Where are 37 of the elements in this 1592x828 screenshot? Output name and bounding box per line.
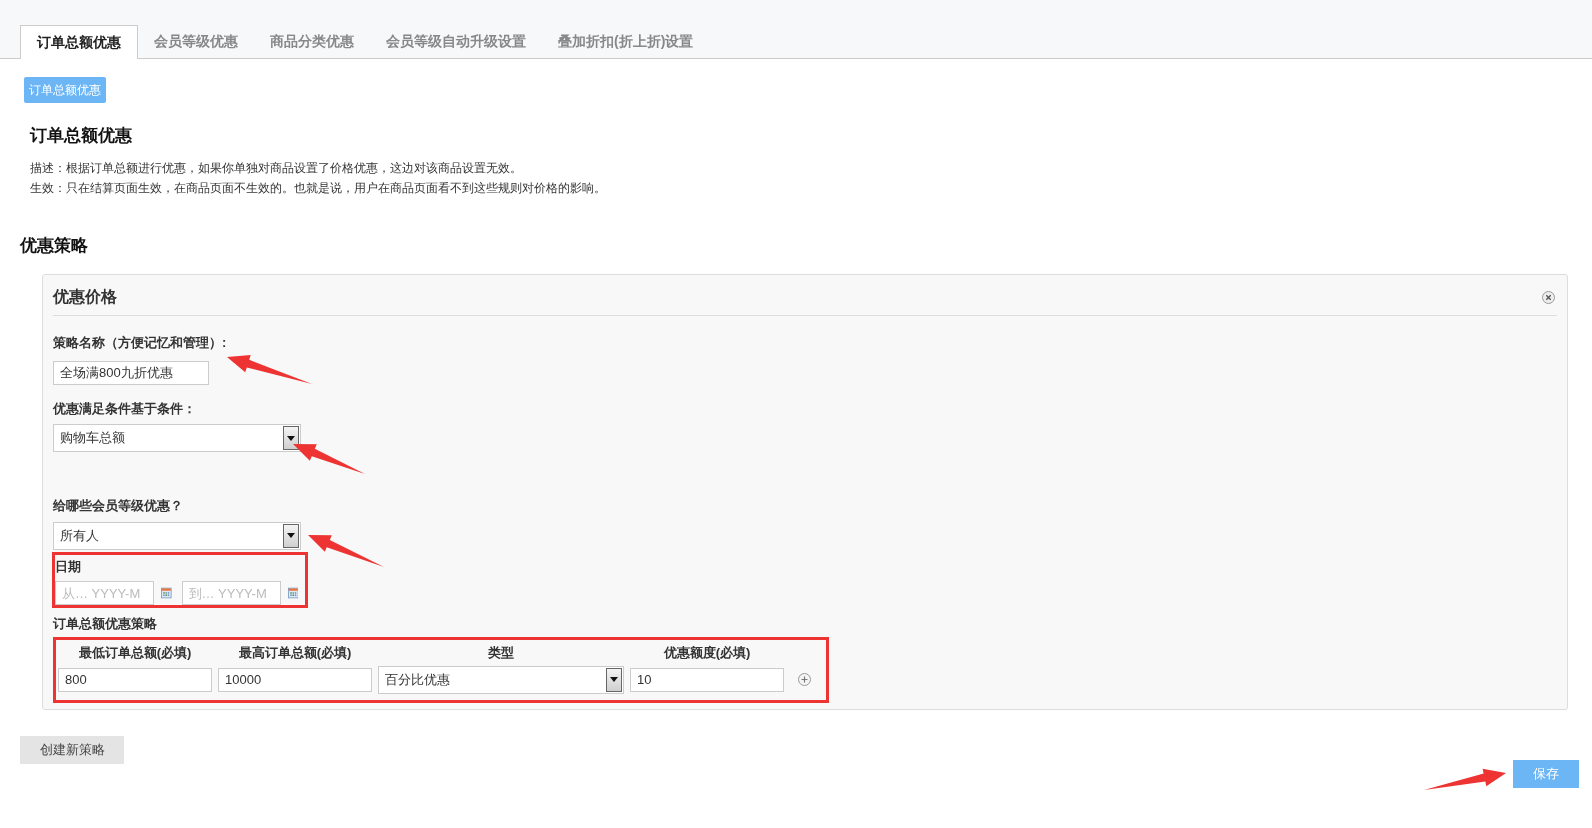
create-strategy-button[interactable]: 创建新策略 [20, 736, 124, 764]
calendar-icon[interactable] [161, 586, 172, 600]
field-label: 给哪些会员等级优惠？ [53, 497, 184, 515]
column-header: 最低订单总额(必填) [77, 644, 193, 662]
description-text: 描述：根据订单总额进行优惠，如果你单独对商品设置了价格优惠，这边对该商品设置无效。 [30, 159, 523, 177]
input-field[interactable]: 10000 [218, 667, 372, 692]
field-label: 策略名称（方便记忆和管理）: [53, 334, 228, 352]
date-field[interactable]: 到… YYYY-M [181, 581, 281, 605]
date-field[interactable]: 从… YYYY-M [55, 581, 154, 605]
select-field[interactable]: 百分比优惠 [378, 665, 624, 694]
section-title: 优惠策略 [20, 234, 89, 257]
close-icon[interactable] [1542, 290, 1555, 304]
panel-title: 优惠价格 [53, 287, 117, 307]
caret-icon [287, 533, 295, 538]
input-field[interactable]: 800 [58, 667, 212, 692]
annotation-arrow [293, 444, 365, 474]
tab[interactable]: 订单总额优惠 [20, 25, 138, 59]
field-label: 订单总额优惠策略 [53, 614, 158, 633]
dropdown-button[interactable] [283, 426, 299, 450]
dropdown-button[interactable] [606, 667, 622, 692]
dropdown-button[interactable] [283, 523, 299, 548]
page-heading: 订单总额优惠 [30, 125, 133, 147]
input-field[interactable]: 全场满800九折优惠 [53, 360, 209, 385]
caret-icon [610, 677, 618, 682]
select-field[interactable]: 所有人 [53, 521, 301, 550]
calendar-icon[interactable] [287, 586, 298, 600]
select-field[interactable]: 购物车总额 [53, 424, 301, 452]
field-label: 优惠满足条件基于条件： [53, 399, 197, 418]
field-label: 日期 [55, 557, 82, 576]
column-header: 优惠额度(必填) [662, 644, 752, 662]
column-header: 最高订单总额(必填) [237, 644, 353, 662]
column-header: 类型 [487, 644, 515, 662]
section-badge: 订单总额优惠 [24, 77, 106, 103]
add-icon[interactable] [798, 673, 811, 686]
input-field[interactable]: 10 [630, 667, 784, 692]
caret-icon [287, 435, 295, 441]
description-text: 生效：只在结算页面生效，在商品页面不生效的。也就是说，用户在商品页面看不到这些规则对价格的影响。 [30, 179, 607, 197]
